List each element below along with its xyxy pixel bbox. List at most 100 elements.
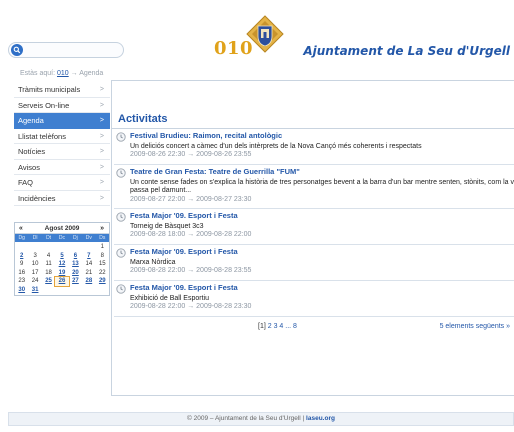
calendar-day[interactable]: 27 <box>69 277 82 286</box>
calendar-empty-cell <box>55 286 68 295</box>
event-title-link[interactable]: Festa Major '09. Esport i Festa <box>130 283 238 292</box>
calendar-day[interactable]: 26 <box>54 276 70 287</box>
breadcrumb: Estàs aquí: 010 → Agenda <box>20 70 103 77</box>
sidebar-item-noticies[interactable]: Notícies > <box>14 144 110 160</box>
clock-icon <box>116 248 126 258</box>
event-date: 2009-08-28 22:00 → 2009-08-28 23:55 <box>130 267 252 274</box>
sidebar-item-label: Llistat telèfons <box>18 131 66 141</box>
weekday-label: Dg <box>18 235 25 241</box>
calendar-empty-cell <box>69 243 82 252</box>
event-description: Un deliciós concert a càmec d'un dels in… <box>130 143 422 150</box>
calendar: « Agost 2009 » Dg Dl Dt Dc Dj Dv Ds 1234… <box>14 222 110 296</box>
sidebar-item-label: Agenda <box>18 116 44 125</box>
pagination-pages[interactable]: 2 3 4 ... 8 <box>268 323 297 330</box>
calendar-empty-cell <box>69 286 82 295</box>
site-title[interactable]: Ajuntament de La Seu d'Urgell <box>303 44 510 58</box>
next-elements-link[interactable]: 5 elements següents » <box>440 323 510 330</box>
calendar-day[interactable]: 25 <box>42 277 55 286</box>
calendar-day: 14 <box>85 261 93 267</box>
clock-icon <box>116 212 126 222</box>
event-date: 2009-08-28 22:00 → 2009-08-28 23:30 <box>130 303 252 310</box>
weekday-label: Dv <box>85 235 92 241</box>
calendar-day[interactable]: 2 <box>15 252 28 261</box>
sidebar-item-tramits[interactable]: Tràmits municipals > <box>14 82 110 98</box>
footer: © 2009 – Ajuntament de la Seu d'Urgell |… <box>8 412 514 426</box>
breadcrumb-link-010[interactable]: 010 <box>57 70 69 77</box>
calendar-empty-cell <box>55 243 68 252</box>
chevron-right-icon: > <box>99 101 104 109</box>
calendar-day[interactable]: 28 <box>82 277 95 286</box>
calendar-day[interactable]: 29 <box>96 277 109 286</box>
divider <box>114 280 514 281</box>
calendar-day: 17 <box>31 269 39 276</box>
calendar-day: 3 <box>33 252 37 259</box>
sidebar-item-serveis[interactable]: Serveis On-line > <box>14 98 110 113</box>
footer-brand-link[interactable]: laseu.org <box>306 415 335 422</box>
event-item: Festa Major '09. Esport i Festa Torneig … <box>114 210 514 250</box>
event-title-link[interactable]: Festa Major '09. Esport i Festa <box>130 211 238 220</box>
calendar-day[interactable]: 12 <box>55 260 68 269</box>
event-title-link[interactable]: Festival Brudieu: Raimon, recital antolò… <box>130 131 282 140</box>
pagination-current: [1] <box>258 323 266 330</box>
calendar-empty-cell <box>82 243 95 252</box>
calendar-day: 23 <box>18 278 26 284</box>
event-item: Festa Major '09. Esport i Festa Exhibici… <box>114 282 514 322</box>
search-input[interactable] <box>8 42 124 58</box>
calendar-day: 1 <box>100 244 104 250</box>
sidebar-item-agenda[interactable]: Agenda > <box>14 113 110 129</box>
event-title-link[interactable]: Teatre de Gran Festa: Teatre de Guerrill… <box>130 167 300 176</box>
weekday-label: Dc <box>58 235 66 241</box>
divider <box>114 244 514 245</box>
calendar-day[interactable]: 7 <box>82 252 95 261</box>
calendar-day[interactable]: 30 <box>15 286 28 295</box>
page-title: Activitats <box>118 113 168 125</box>
divider <box>112 128 514 129</box>
calendar-day: 15 <box>98 261 106 267</box>
divider <box>114 164 514 165</box>
calendar-day[interactable]: 5 <box>55 252 68 261</box>
sidebar-item-faq[interactable]: FAQ > <box>14 175 110 191</box>
event-title-link[interactable]: Festa Major '09. Esport i Festa <box>130 247 238 256</box>
sidebar: Tràmits municipals > Serveis On-line > Age… <box>14 82 110 206</box>
weekday-label: Dt <box>46 235 52 241</box>
calendar-day: 22 <box>98 269 106 276</box>
weekday-label: Dl <box>32 235 38 241</box>
calendar-title: Agost 2009 <box>44 225 80 232</box>
footer-text: © 2009 – Ajuntament de la Seu d'Urgell | <box>187 415 307 422</box>
sidebar-item-avisos[interactable]: Avisos > <box>14 160 110 175</box>
event-date: 2009-08-27 22:00 → 2009-08-27 23:30 <box>130 196 252 203</box>
calendar-day[interactable]: 6 <box>69 252 82 261</box>
calendar-day[interactable]: 31 <box>28 286 41 295</box>
sidebar-item-label: Avisos <box>18 162 40 172</box>
sidebar-item-label: Serveis On-line <box>18 100 70 110</box>
event-description-cont: passa pel damunt... <box>130 187 192 194</box>
chevron-right-icon: > <box>99 86 104 93</box>
breadcrumb-current: Agenda <box>79 70 104 77</box>
calendar-day: 9 <box>20 261 24 267</box>
chevron-right-icon: > <box>99 179 104 186</box>
sidebar-item-telefons[interactable]: Llistat telèfons > <box>14 129 110 144</box>
chevron-right-icon: > <box>99 148 104 155</box>
calendar-grid: 1 2 3 4 5 6 7 8 9 10 11 12 13 14 15 16 17 18 19 20 21 22 23 24 2… <box>15 242 109 295</box>
search-icon[interactable] <box>11 44 23 56</box>
weekday-label: Ds <box>99 235 106 241</box>
calendar-weekdays: Dg Dl Dt Dc Dj Dv Ds <box>15 234 109 242</box>
calendar-day[interactable]: 13 <box>69 260 82 269</box>
calendar-prev-button[interactable]: « <box>19 223 23 234</box>
event-item: Teatre de Gran Festa: Teatre de Guerrill… <box>114 166 514 214</box>
calendar-day: 8 <box>100 252 104 259</box>
sidebar-item-label: Incidències <box>18 193 56 203</box>
page: 010 Ajuntament de La Seu d'Urgell Estàs … <box>0 0 514 432</box>
sidebar-item-label: Notícies <box>18 147 46 156</box>
event-date: 2009-08-26 22:30 → 2009-08-26 23:55 <box>130 151 252 158</box>
sidebar-item-incidencies[interactable]: Incidències > <box>14 191 110 206</box>
calendar-day[interactable]: 20 <box>69 269 82 278</box>
chevron-right-icon: > <box>99 163 104 171</box>
calendar-day[interactable]: 19 <box>55 269 68 278</box>
divider <box>114 316 514 317</box>
calendar-header: « Agost 2009 » <box>15 223 109 234</box>
main-content: Activitats Festival Brudieu: Raimon, rec… <box>111 80 514 396</box>
logo-shield-icon <box>246 15 284 53</box>
calendar-next-button[interactable]: » <box>100 223 104 234</box>
calendar-day: 18 <box>45 269 52 276</box>
